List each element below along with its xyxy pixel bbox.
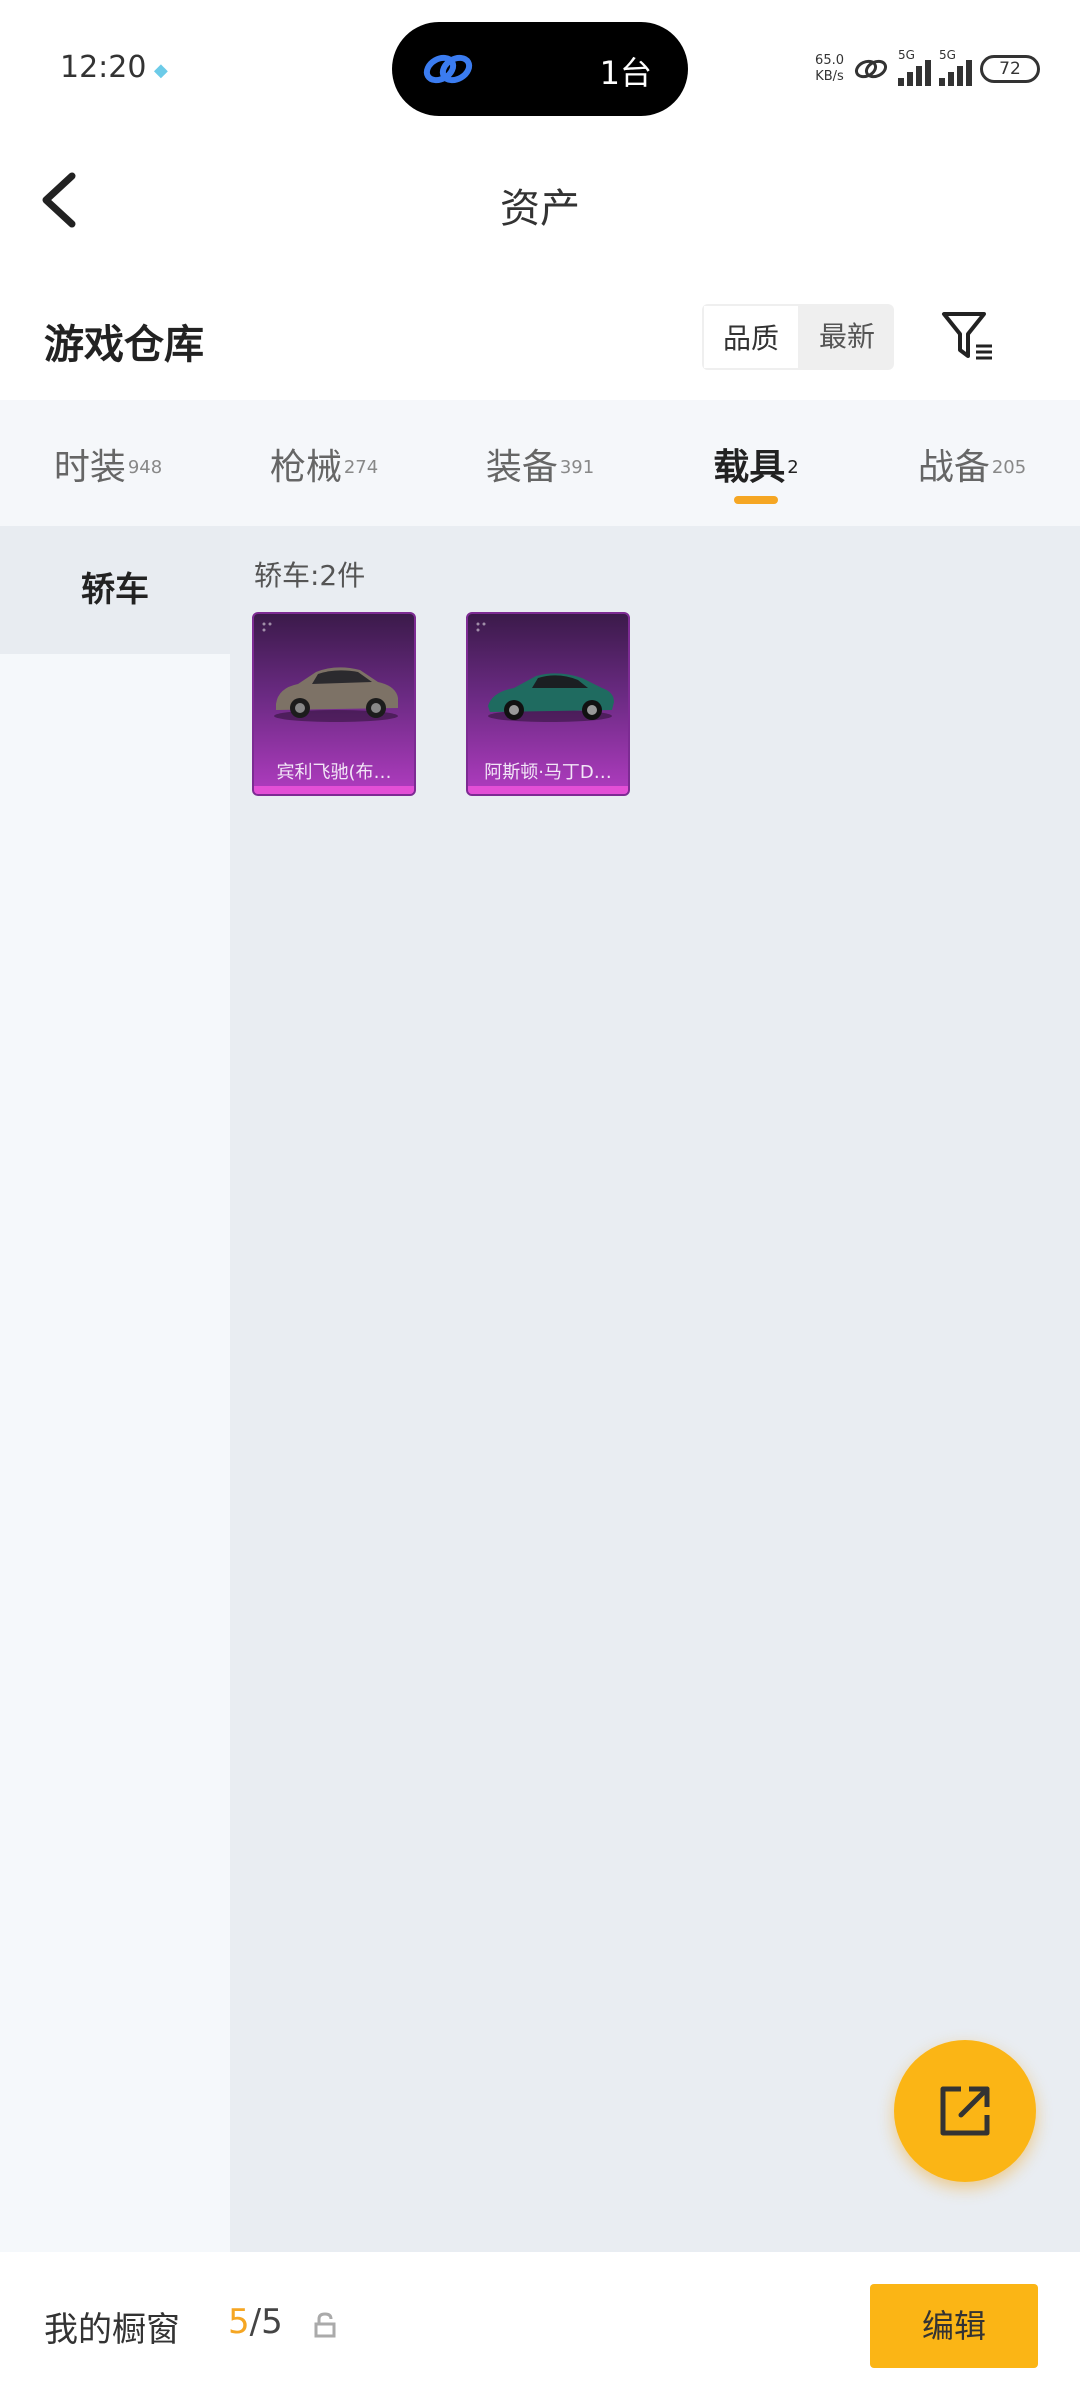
item-name: 宾利飞驰(布… bbox=[276, 762, 392, 783]
share-fab-button[interactable] bbox=[894, 2040, 1036, 2182]
external-link-icon bbox=[940, 2086, 990, 2136]
app-header: 资产 bbox=[0, 140, 1080, 260]
tab-battle-prep[interactable]: 战备 205 bbox=[864, 400, 1080, 526]
sort-quality-button[interactable]: 品质 bbox=[702, 304, 800, 370]
item-count-label: 轿车:2件 bbox=[254, 559, 366, 592]
lock-icon bbox=[314, 2312, 336, 2338]
item-name: 阿斯顿·马丁D… bbox=[484, 762, 612, 783]
battery-icon: 72 bbox=[980, 55, 1040, 83]
category-tabs: 时装 948 枪械 274 装备 391 载具 2 战备 205 bbox=[0, 400, 1080, 526]
water-drop-icon: ◆ bbox=[154, 60, 168, 81]
tab-fashion[interactable]: 时装 948 bbox=[0, 400, 216, 526]
signal-icon: 5G bbox=[939, 48, 972, 86]
sedan-car-image bbox=[274, 667, 398, 722]
sports-car-image bbox=[488, 673, 614, 722]
link-icon bbox=[423, 54, 473, 84]
section-title: 游戏仓库 bbox=[44, 322, 204, 368]
subcategory-sidebar: 轿车 bbox=[0, 526, 230, 2252]
tab-weapons[interactable]: 枪械 274 bbox=[216, 400, 432, 526]
signal-icon: 5G bbox=[898, 48, 931, 86]
active-tab-indicator bbox=[734, 496, 778, 504]
hotspot-link-icon bbox=[854, 59, 888, 79]
showcase-bar: 我的橱窗 5/5 编辑 bbox=[0, 2252, 1080, 2400]
item-card[interactable]: 宾利飞驰(布… bbox=[252, 612, 416, 796]
island-text: 1台 bbox=[599, 54, 652, 92]
status-icons: 65.0 KB/s 5G 5G 72 bbox=[815, 44, 1040, 94]
sort-newest-button[interactable]: 最新 bbox=[800, 304, 894, 370]
tab-equipment[interactable]: 装备 391 bbox=[432, 400, 648, 526]
net-speed: 65.0 KB/s bbox=[815, 53, 844, 84]
showcase-label: 我的橱窗 bbox=[44, 2310, 180, 2350]
dynamic-island[interactable]: 1台 bbox=[392, 22, 688, 116]
section-header: 游戏仓库 品质 最新 bbox=[0, 280, 1080, 390]
rarity-bar bbox=[468, 786, 628, 794]
item-grid: 轿车:2件 宾利飞驰(布… 阿斯顿·马丁D… bbox=[230, 526, 1080, 2252]
item-card[interactable]: 阿斯顿·马丁D… bbox=[466, 612, 630, 796]
corner-pattern-icon bbox=[476, 622, 486, 632]
tab-vehicles[interactable]: 载具 2 bbox=[648, 400, 864, 526]
page-title: 资产 bbox=[500, 186, 580, 232]
corner-pattern-icon bbox=[262, 622, 272, 632]
showcase-count: 5/5 bbox=[228, 2302, 283, 2342]
edit-button[interactable]: 编辑 bbox=[870, 2284, 1038, 2368]
sidebar-item-sedan[interactable]: 轿车 bbox=[0, 526, 230, 654]
rarity-bar bbox=[254, 786, 414, 794]
filter-icon[interactable] bbox=[938, 306, 998, 366]
sort-toggle: 品质 最新 bbox=[702, 304, 894, 370]
status-time: 12:20 bbox=[60, 50, 147, 85]
status-bar: 12:20 ◆ 1台 65.0 KB/s 5G 5G 72 bbox=[0, 0, 1080, 140]
